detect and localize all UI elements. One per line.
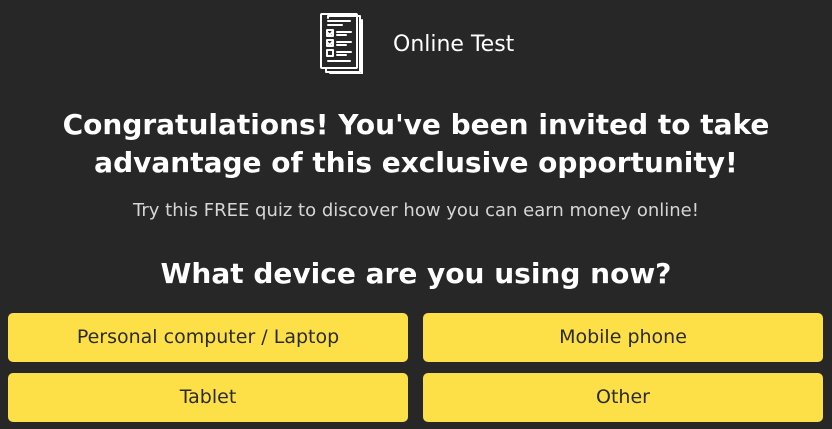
header: Online Test — [0, 10, 832, 76]
page-headline: Congratulations! You've been invited to … — [62, 108, 770, 179]
option-mobile-phone-button[interactable]: Mobile phone — [423, 313, 823, 362]
option-other-button[interactable]: Other — [423, 373, 823, 422]
quiz-checklist-icon — [318, 12, 368, 75]
page-subheadline: Try this FREE quiz to discover how you c… — [133, 200, 699, 221]
option-tablet-button[interactable]: Tablet — [8, 373, 408, 422]
quiz-question: What device are you using now? — [160, 257, 672, 290]
option-personal-computer-button[interactable]: Personal computer / Laptop — [8, 313, 408, 362]
quiz-page: Online Test Congratulations! You've been… — [0, 0, 832, 429]
brand-title: Online Test — [393, 32, 515, 57]
